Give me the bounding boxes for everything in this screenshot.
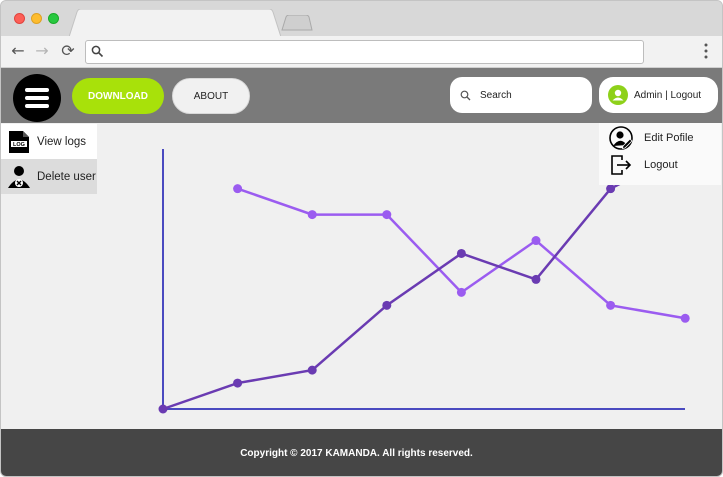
series-2-point [680,313,690,323]
series-1-point [307,365,317,375]
sidebar-item-delete-user[interactable]: Delete user [1,159,97,194]
about-button[interactable]: ABOUT [172,78,250,114]
sidebar-item-label: View logs [37,135,87,148]
search-icon [460,90,471,100]
sidebar-item-view-logs[interactable]: LOG View logs [1,124,97,159]
series-1-point [233,378,243,388]
browser-tab[interactable] [69,9,281,37]
hamburger-menu-button[interactable] [13,74,61,122]
series-2-point [382,210,392,220]
search-input[interactable]: Search [450,77,592,113]
search-placeholder: Search [480,89,512,101]
menu-item-label: Edit Pofile [644,132,694,144]
url-input[interactable] [85,40,644,64]
address-bar: ← → ⟳ [1,36,722,68]
series-1-point [382,300,392,310]
svg-text:LOG: LOG [13,141,25,147]
app-header: DOWNLOAD ABOUT Search Admin | Logout [1,68,722,123]
back-button[interactable]: ← [9,42,27,60]
series-1-point [158,404,168,414]
user-account-button[interactable]: Admin | Logout [599,77,718,113]
main-content: LOG View logs Delete user Edit Pofile Lo… [1,123,722,429]
user-avatar-icon [608,85,628,105]
sidebar-item-label: Delete user [37,170,96,183]
series-1-point [606,184,616,194]
minimize-window-button[interactable] [31,13,42,24]
new-tab-button[interactable] [281,15,313,31]
menu-item-edit-profile[interactable]: Edit Pofile [609,126,694,150]
series-2-point [233,184,243,194]
logout-icon [611,155,632,175]
user-dropdown-menu: Edit Pofile Logout [599,123,721,185]
series-2-point [307,210,317,220]
reload-button[interactable]: ⟳ [59,42,77,60]
browser-tab-bar [1,1,722,37]
series-2-point [606,300,616,310]
series-1-point [456,248,466,258]
series-2-point [456,287,466,297]
browser-menu-icon[interactable] [701,42,711,60]
log-file-icon: LOG [7,130,31,154]
series-2-point [531,236,541,246]
forward-button[interactable]: → [33,42,51,60]
search-icon [91,45,104,58]
close-window-button[interactable] [14,13,25,24]
copyright-text: Copyright © 2017 KAMANDA. All rights res… [240,448,473,459]
download-button[interactable]: DOWNLOAD [72,78,164,114]
menu-item-label: Logout [644,159,678,171]
edit-profile-icon [609,126,633,150]
browser-window: ← → ⟳ DOWNLOAD ABOUT Search Admin | Logo… [0,0,723,477]
hamburger-icon [25,88,49,92]
menu-item-logout[interactable]: Logout [609,153,678,177]
series-1-point [531,274,541,284]
delete-user-icon [7,165,31,189]
page-footer: Copyright © 2017 KAMANDA. All rights res… [1,429,722,476]
maximize-window-button[interactable] [48,13,59,24]
user-account-label: Admin | Logout [634,89,702,101]
